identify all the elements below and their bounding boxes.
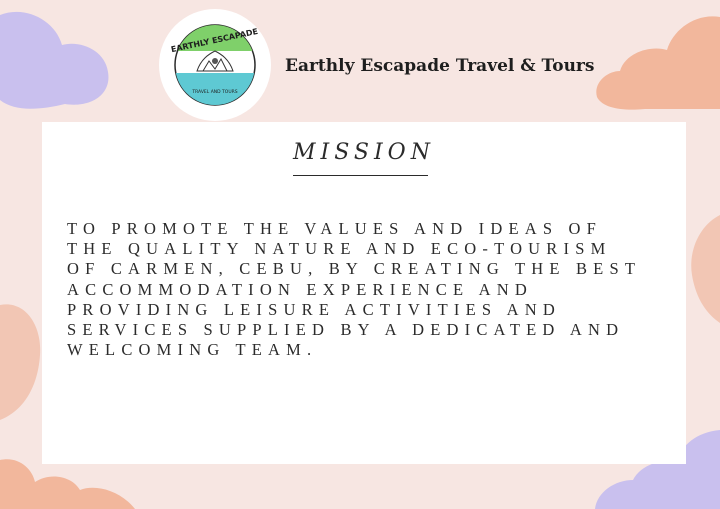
mission-line-1: TO PROMOTE THE VALUES AND IDEAS OF bbox=[67, 219, 603, 238]
brand-name: Earthly Escapade Travel & Tours bbox=[285, 56, 595, 76]
mission-heading: MISSION bbox=[293, 140, 435, 165]
mission-card: MISSION TO PROMOTE THE VALUES AND IDEAS … bbox=[42, 122, 686, 464]
logo-badge-icon: EARTHLY ESCAPADE TRAVEL AND TOURS bbox=[170, 24, 259, 106]
mission-line-5: PROVIDING LEISURE ACTIVITIES AND bbox=[67, 299, 562, 319]
mission-text: TO PROMOTE THE VALUES AND IDEAS OF THE Q… bbox=[67, 219, 665, 360]
peach-cloud-top-right bbox=[596, 16, 720, 110]
mission-line-7: WELCOMING TEAM. bbox=[67, 340, 318, 360]
heading-underline bbox=[293, 175, 428, 176]
mission-line-3: OF CARMEN, CEBU, BY CREATING THE BEST bbox=[67, 259, 642, 279]
logo: EARTHLY ESCAPADE TRAVEL AND TOURS bbox=[159, 9, 271, 121]
mission-line-2: THE QUALITY NATURE AND ECO-TOURISM bbox=[67, 239, 612, 259]
mission-line-6: SERVICES SUPPLIED BY A DEDICATED AND bbox=[67, 320, 625, 340]
svg-text:TRAVEL AND TOURS: TRAVEL AND TOURS bbox=[191, 89, 237, 95]
peach-cloud-right bbox=[691, 215, 720, 323]
mission-line-4: ACCOMMODATION EXPERIENCE AND bbox=[67, 279, 534, 299]
purple-cloud-top-left bbox=[0, 11, 109, 109]
